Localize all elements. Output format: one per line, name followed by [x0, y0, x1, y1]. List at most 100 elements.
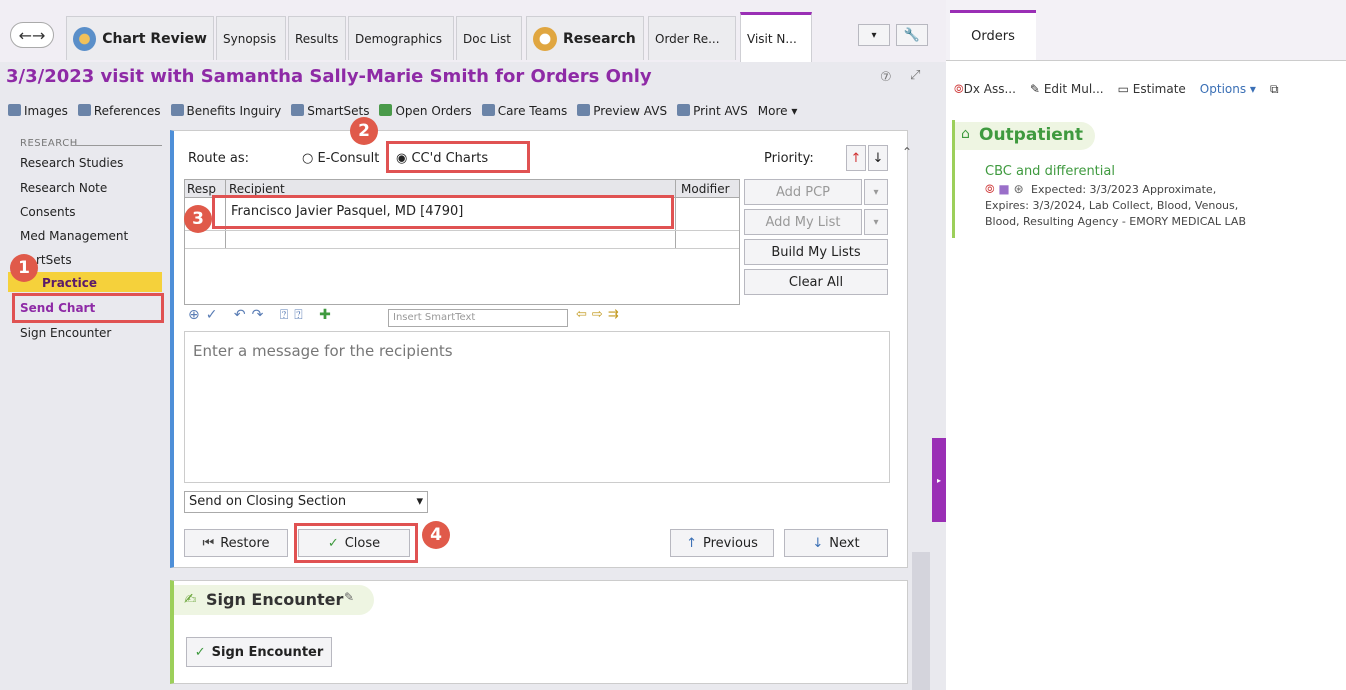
help-icon[interactable]: ⑦: [880, 70, 892, 85]
wrench-icon: 🔧: [903, 27, 921, 43]
expand-icon[interactable]: ⤢: [910, 68, 920, 83]
back-forward-button[interactable]: ←→: [10, 22, 54, 48]
dx-association-button[interactable]: ⦾Dx Ass...: [954, 82, 1016, 102]
page-title: 3/3/2023 visit with Samantha Sally-Marie…: [6, 66, 652, 87]
tab-orders[interactable]: Orders: [950, 10, 1036, 60]
highlight-box-ccd-charts: [386, 141, 530, 173]
open-orders-button[interactable]: Open Orders: [379, 104, 472, 118]
clear-all-button[interactable]: Clear All: [744, 269, 888, 295]
outpatient-section: ⌂ Outpatient CBC and differential ⦾ ■ ⊛ …: [952, 120, 1340, 238]
next-button[interactable]: ↓ Next: [784, 529, 888, 557]
care-teams-button[interactable]: Care Teams: [481, 104, 567, 118]
divider: [675, 180, 676, 248]
arrow-down-icon: ↓: [872, 150, 884, 166]
sidebar-item-med-management[interactable]: Med Management: [20, 229, 128, 243]
print-avs-button[interactable]: Print AVS: [677, 104, 748, 118]
signature-icon: ✍: [184, 590, 197, 608]
collapse-chevron-icon[interactable]: ⌃: [902, 145, 912, 159]
priority-label: Priority:: [764, 151, 814, 166]
wrench-button[interactable]: 🔧: [896, 24, 928, 46]
chart-review-icon: [73, 26, 97, 51]
insert-smarttext-input[interactable]: Insert SmartText: [388, 309, 568, 327]
restore-button[interactable]: ⏮ Restore: [184, 529, 288, 557]
tab-order-review[interactable]: Order Re...: [648, 16, 736, 60]
tab-demographics[interactable]: Demographics: [348, 16, 454, 60]
section-title: Sign Encounter: [206, 590, 344, 609]
message-textarea[interactable]: Enter a message for the recipients: [184, 331, 890, 483]
smartsets-button[interactable]: SmartSets: [291, 104, 369, 118]
callout-3: 3: [184, 205, 212, 233]
tab-chart-review[interactable]: Chart Review: [66, 16, 214, 60]
e-consult-radio[interactable]: ○ E-Consult: [302, 151, 379, 166]
edit-multiple-button[interactable]: ✎ Edit Mul...: [1030, 82, 1104, 102]
sidebar-item-bestpractice[interactable]: Practice: [42, 276, 97, 290]
priority-down-button[interactable]: ↓: [868, 145, 888, 171]
options-button[interactable]: Options ▾: [1200, 82, 1256, 102]
tab-synopsis[interactable]: Synopsis: [216, 16, 286, 60]
callout-1: 1: [10, 254, 38, 282]
popout-icon[interactable]: ⧉: [1270, 82, 1279, 102]
images-button[interactable]: Images: [8, 104, 68, 118]
sidebar: RESEARCH Research Studies Research Note …: [0, 130, 168, 690]
back-arrow-icon: ←→: [18, 25, 46, 45]
tab-visit-navigator[interactable]: Visit N...: [740, 12, 812, 62]
estimate-icon: ▭: [1117, 82, 1129, 96]
highlight-box-recipient: [212, 195, 674, 229]
send-chart-panel: Route as: ○ E-Consult ◉ CC'd Charts 2 Pr…: [170, 117, 912, 568]
col-resp: Resp: [187, 182, 217, 196]
col-recipient: Recipient: [229, 182, 285, 196]
references-icon: [77, 104, 91, 116]
tab-doc-list[interactable]: Doc List: [456, 16, 522, 60]
panel-toggle-handle[interactable]: ▸: [932, 438, 946, 522]
chevron-down-icon: ▾: [871, 29, 877, 41]
sidebar-item-consents[interactable]: Consents: [20, 205, 76, 219]
tab-dropdown-button[interactable]: ▾: [858, 24, 890, 46]
build-my-lists-button[interactable]: Build My Lists: [744, 239, 888, 265]
dx-icon: ⦾: [954, 82, 964, 96]
sidebar-item-research-note[interactable]: Research Note: [20, 181, 107, 195]
add-my-list-button[interactable]: Add My List: [744, 209, 862, 235]
more-button[interactable]: More ▾: [758, 104, 798, 118]
checkmark-icon: [379, 104, 393, 116]
add-pcp-dropdown[interactable]: ▾: [864, 179, 888, 205]
sidebar-item-sign-encounter[interactable]: Sign Encounter: [20, 326, 111, 340]
message-placeholder: Enter a message for the recipients: [193, 342, 453, 360]
vertical-scrollbar[interactable]: [912, 552, 930, 690]
activity-toolbar: Images References Benefits Inguiry Smart…: [8, 100, 938, 122]
people-icon: [481, 104, 495, 116]
order-name[interactable]: CBC and differential: [985, 164, 1115, 179]
references-button[interactable]: References: [77, 104, 161, 118]
tab-bar: ←→ Chart Review Synopsis Results Demogra…: [0, 0, 946, 62]
editor-toolbar-icons[interactable]: ⊕✓ ↶↷ ⍰⍰ ✚: [188, 307, 337, 323]
tab-results[interactable]: Results: [288, 16, 346, 60]
order-detail-3: Blood, Resulting Agency - EMORY MEDICAL …: [985, 215, 1246, 227]
chevron-down-icon: ▾: [416, 494, 423, 509]
pencil-icon[interactable]: ✎: [344, 590, 354, 604]
send-on-select[interactable]: Send on Closing Section ▾: [184, 491, 428, 513]
divider: [72, 145, 162, 146]
preview-avs-button[interactable]: Preview AVS: [577, 104, 667, 118]
smartlink-nav-icons[interactable]: ⇦⇨⇉: [576, 307, 624, 322]
sidebar-item-research-studies[interactable]: Research Studies: [20, 156, 123, 170]
previous-button[interactable]: ↑ Previous: [670, 529, 774, 557]
images-icon: [8, 104, 21, 116]
restore-icon: ⏮: [202, 535, 215, 551]
checkmark-icon: ✓: [194, 644, 206, 660]
home-icon: ⌂: [961, 126, 970, 142]
add-pcp-button[interactable]: Add PCP: [744, 179, 862, 205]
divider: [185, 230, 739, 231]
add-my-list-dropdown[interactable]: ▾: [864, 209, 888, 235]
sign-encounter-button[interactable]: ✓ Sign Encounter: [186, 637, 332, 667]
document-icon: [170, 104, 184, 116]
benefits-inquiry-button[interactable]: Benefits Inguiry: [170, 104, 281, 118]
arrow-up-icon: ↑: [850, 150, 862, 166]
highlight-box-close: [294, 523, 418, 563]
printer-icon: [677, 104, 691, 116]
estimate-button[interactable]: ▭ Estimate: [1118, 82, 1186, 102]
priority-up-button[interactable]: ↑: [846, 145, 866, 171]
document-icon: [577, 104, 591, 116]
order-detail-1: Expected: 3/3/2023 Approximate,: [1031, 183, 1217, 196]
tab-research[interactable]: Research: [526, 16, 644, 60]
order-status-icons: ⦾ ■ ⊛: [985, 182, 1024, 196]
sidebar-item-smartsets[interactable]: rtSets: [36, 253, 72, 267]
